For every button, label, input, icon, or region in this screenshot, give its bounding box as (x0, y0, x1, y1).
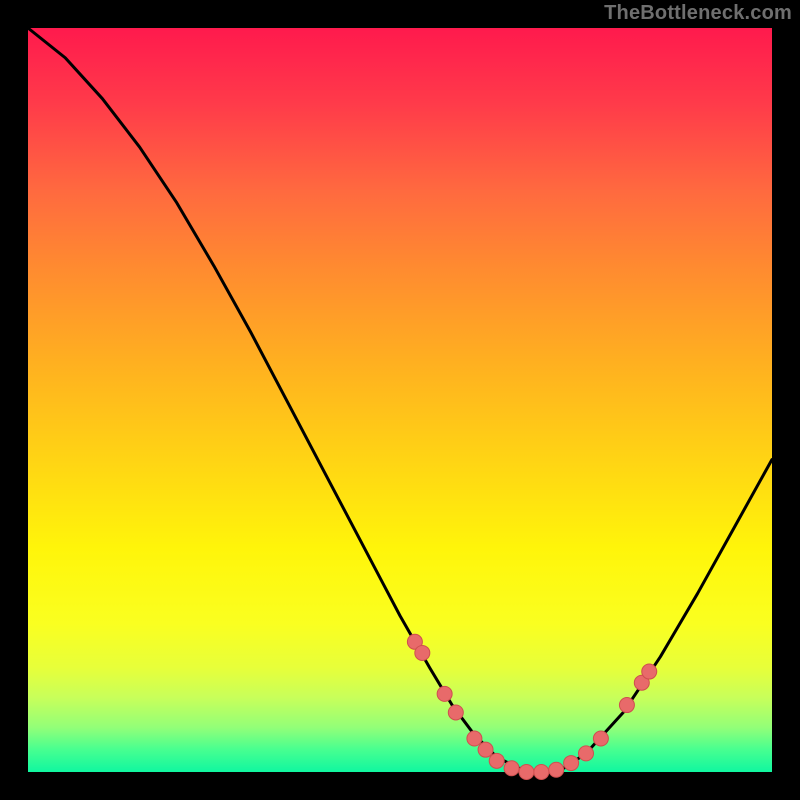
data-marker (489, 753, 504, 768)
data-marker (467, 731, 482, 746)
data-marker (504, 761, 519, 776)
plot-svg (28, 28, 772, 772)
data-marker (519, 765, 534, 780)
watermark-text: TheBottleneck.com (604, 2, 792, 25)
data-marker (534, 765, 549, 780)
plot-area (28, 28, 772, 772)
data-marker (448, 705, 463, 720)
bottleneck-curve (28, 28, 772, 772)
data-marker (549, 762, 564, 777)
data-marker (437, 686, 452, 701)
data-marker (579, 746, 594, 761)
data-marker (478, 742, 493, 757)
data-marker (564, 756, 579, 771)
data-marker (415, 645, 430, 660)
data-marker (593, 731, 608, 746)
data-marker (642, 664, 657, 679)
chart-stage: TheBottleneck.com (0, 0, 800, 800)
data-marker (619, 698, 634, 713)
